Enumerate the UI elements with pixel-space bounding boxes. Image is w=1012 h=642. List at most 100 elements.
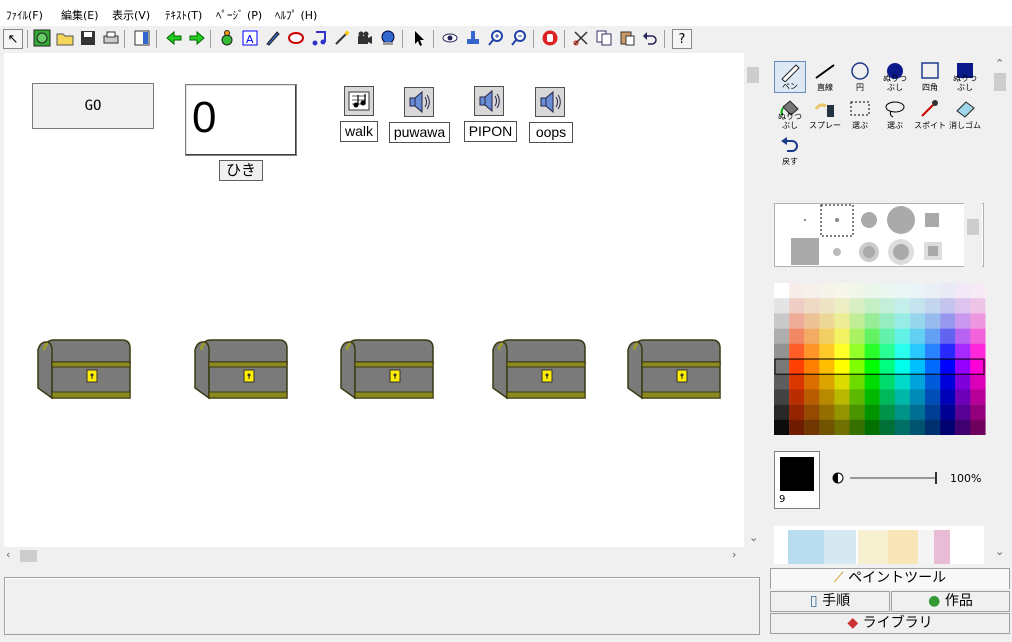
- palette-swatch[interactable]: [879, 328, 895, 344]
- menu-page[interactable]: ﾍﾟｰｼﾞ (P): [216, 7, 262, 23]
- palette-swatch[interactable]: [774, 283, 790, 299]
- palette-swatch[interactable]: [894, 359, 911, 375]
- palette-swatch[interactable]: [864, 374, 880, 390]
- opacity-slider-thumb[interactable]: [935, 472, 937, 484]
- palette-swatch[interactable]: [955, 283, 971, 299]
- stamp-icon[interactable]: [463, 29, 483, 49]
- palette-swatch[interactable]: [940, 374, 956, 390]
- scroll-down-icon[interactable]: ⌄: [749, 531, 758, 544]
- menu-edit[interactable]: 編集(E): [61, 7, 99, 23]
- page-list-icon[interactable]: [132, 29, 152, 49]
- save-icon[interactable]: [78, 29, 98, 49]
- sound-label-oops[interactable]: oops: [529, 122, 573, 143]
- texture-strip[interactable]: [774, 526, 984, 564]
- palette-swatch[interactable]: [804, 313, 820, 329]
- palette-swatch[interactable]: [894, 374, 911, 390]
- palette-swatch[interactable]: [834, 283, 850, 299]
- palette-swatch[interactable]: [894, 283, 911, 299]
- palette-swatch[interactable]: [970, 328, 986, 344]
- palette-swatch[interactable]: [955, 328, 971, 344]
- palette-swatch[interactable]: [894, 328, 911, 344]
- palette-swatch[interactable]: [834, 419, 850, 435]
- scroll-down-icon[interactable]: ⌄: [995, 545, 1004, 558]
- palette-swatch[interactable]: [909, 359, 926, 375]
- palette-swatch[interactable]: [894, 313, 911, 329]
- palette-swatch[interactable]: [849, 359, 865, 375]
- stop-hand-icon[interactable]: [540, 29, 560, 49]
- zoom-out-icon[interactable]: [509, 29, 529, 49]
- palette-swatch[interactable]: [789, 343, 805, 360]
- palette-swatch[interactable]: [940, 328, 956, 344]
- palette-swatch[interactable]: [940, 283, 956, 299]
- menu-help[interactable]: ﾍﾙﾌﾟ (H): [275, 7, 317, 23]
- palette-swatch[interactable]: [849, 313, 865, 329]
- palette-swatch[interactable]: [834, 374, 850, 390]
- line-tool-button[interactable]: 直線: [809, 61, 841, 93]
- filled-rectangle-tool-button[interactable]: ぬりつぶし: [949, 61, 981, 93]
- menu-view[interactable]: 表示(V): [112, 7, 150, 23]
- palette-swatch[interactable]: [925, 328, 941, 344]
- paste-icon[interactable]: [617, 29, 637, 49]
- palette-swatch[interactable]: [849, 389, 865, 405]
- tab-library[interactable]: ◆ ライブラリ: [770, 613, 1010, 634]
- palette-swatch[interactable]: [864, 389, 880, 405]
- palette-swatch[interactable]: [970, 404, 986, 420]
- palette-swatch[interactable]: [834, 343, 850, 360]
- eyedropper-tool-button[interactable]: スポイト: [914, 99, 946, 131]
- opacity-slider[interactable]: [850, 477, 936, 479]
- palette-swatch[interactable]: [789, 404, 805, 420]
- scroll-thumb[interactable]: [967, 219, 979, 235]
- magic-wand-icon[interactable]: [332, 29, 352, 49]
- palette-swatch[interactable]: [894, 343, 911, 360]
- scroll-left-icon[interactable]: ‹: [6, 548, 10, 561]
- palette-swatch[interactable]: [894, 389, 911, 405]
- music-icon[interactable]: [309, 29, 329, 49]
- pen-tool-button[interactable]: ペン: [774, 61, 806, 93]
- palette-swatch[interactable]: [879, 343, 895, 360]
- palette-swatch[interactable]: [925, 298, 941, 314]
- palette-swatch[interactable]: [849, 419, 865, 435]
- prev-page-icon[interactable]: [164, 29, 184, 49]
- undo-paint-button[interactable]: 戻す: [774, 135, 806, 167]
- undo-icon[interactable]: [640, 29, 660, 49]
- palette-swatch[interactable]: [909, 419, 926, 435]
- palette-swatch[interactable]: [909, 328, 926, 344]
- palette-swatch[interactable]: [774, 419, 790, 435]
- speaker-icon[interactable]: [535, 87, 565, 117]
- globe-icon[interactable]: [32, 29, 52, 49]
- palette-swatch[interactable]: [849, 298, 865, 314]
- palette-swatch[interactable]: [849, 404, 865, 420]
- scroll-right-icon[interactable]: ›: [732, 548, 736, 561]
- treasure-chest[interactable]: [491, 338, 587, 400]
- sound-label-pipon[interactable]: PIPON: [464, 121, 517, 142]
- rect-select-tool-button[interactable]: 選ぶ: [844, 99, 876, 131]
- speaker-icon[interactable]: [474, 86, 504, 116]
- palette-swatch[interactable]: [909, 374, 926, 390]
- palette-swatch[interactable]: [774, 328, 790, 344]
- palette-swatch[interactable]: [879, 298, 895, 314]
- palette-swatch[interactable]: [774, 359, 790, 375]
- palette-swatch[interactable]: [955, 298, 971, 314]
- treasure-chest[interactable]: [339, 338, 435, 400]
- palette-swatch[interactable]: [925, 419, 941, 435]
- tab-steps[interactable]: ▯ 手順: [770, 591, 890, 612]
- palette-swatch[interactable]: [970, 359, 986, 375]
- palette-swatch[interactable]: [940, 419, 956, 435]
- palette-swatch[interactable]: [804, 328, 820, 344]
- print-icon[interactable]: [101, 29, 121, 49]
- palette-swatch[interactable]: [834, 328, 850, 344]
- palette-swatch[interactable]: [864, 298, 880, 314]
- palette-swatch[interactable]: [819, 374, 835, 390]
- sound-label-puwawa[interactable]: puwawa: [389, 122, 450, 143]
- palette-swatch[interactable]: [804, 419, 820, 435]
- palette-swatch[interactable]: [819, 404, 835, 420]
- palette-swatch[interactable]: [864, 283, 880, 299]
- tab-works[interactable]: ● 作品: [891, 591, 1010, 612]
- copy-icon[interactable]: [594, 29, 614, 49]
- stage-horizontal-scrollbar[interactable]: ‹ ›: [4, 547, 744, 565]
- zoom-in-icon[interactable]: [486, 29, 506, 49]
- scroll-thumb[interactable]: [994, 73, 1006, 91]
- help-icon[interactable]: ?: [672, 29, 692, 49]
- palette-swatch[interactable]: [970, 298, 986, 314]
- palette-swatch[interactable]: [774, 404, 790, 420]
